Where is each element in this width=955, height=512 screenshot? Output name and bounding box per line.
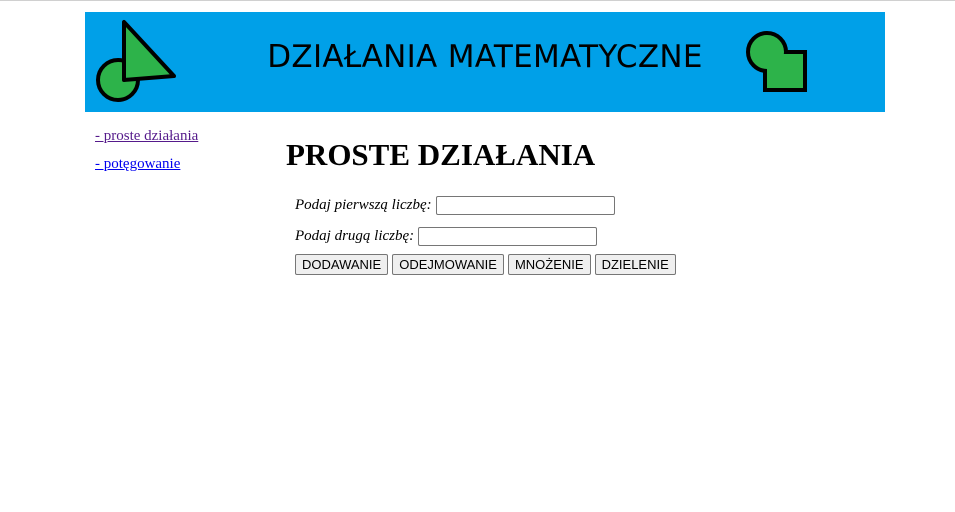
browser-top-border [0, 0, 955, 1]
multiply-button[interactable]: MNOŻENIE [507, 254, 591, 275]
calculator-form: Podaj pierwszą liczbę: Podaj drugą liczb… [295, 194, 886, 275]
main-content: PROSTE DZIAŁANIA Podaj pierwszą liczbę: … [286, 136, 886, 275]
sidebar-nav: - proste działania - potęgowanie [95, 127, 245, 183]
first-number-row: Podaj pierwszą liczbę: [295, 194, 886, 216]
second-number-row: Podaj drugą liczbę: [295, 225, 886, 247]
header-banner: DZIAŁANIA MATEMATYCZNE [85, 12, 885, 112]
sidebar-link-proste-dzialania[interactable]: - proste działania [95, 127, 245, 145]
first-number-label: Podaj pierwszą liczbę: [295, 196, 432, 213]
first-number-input[interactable] [435, 195, 615, 215]
second-number-label: Podaj drugą liczbę: [295, 227, 415, 244]
circle-square-logo-icon [746, 31, 807, 92]
sidebar-link-potegowanie[interactable]: - potęgowanie [95, 155, 245, 173]
second-number-input[interactable] [418, 226, 598, 246]
divide-button[interactable]: DZIELENIE [594, 254, 676, 275]
operation-buttons: DODAWANIE ODEJMOWANIE MNOŻENIE DZIELENIE [295, 254, 886, 275]
add-button[interactable]: DODAWANIE [295, 254, 389, 275]
subtract-button[interactable]: ODEJMOWANIE [392, 254, 504, 275]
page-title: PROSTE DZIAŁANIA [286, 137, 596, 172]
